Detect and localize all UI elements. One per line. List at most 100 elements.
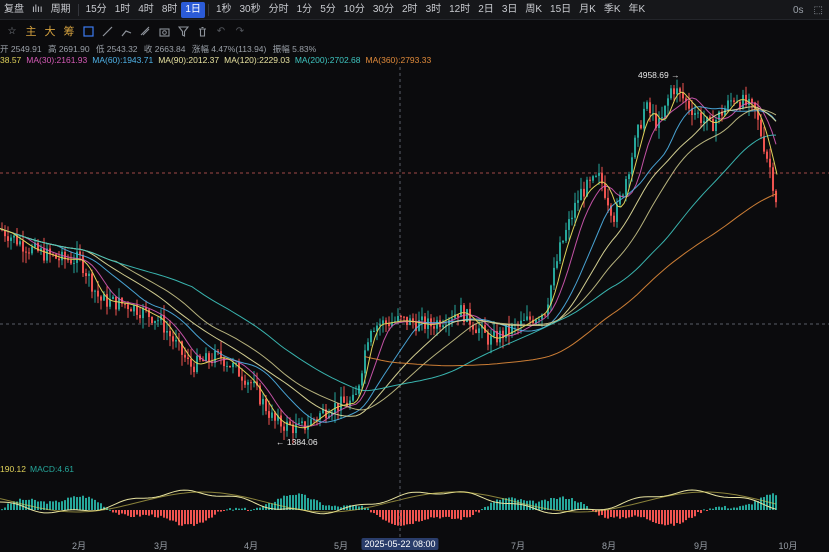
- period-tab[interactable]: 4时: [134, 2, 158, 18]
- period-tab[interactable]: 1日: [181, 1, 205, 18]
- macd-bar: [706, 510, 708, 511]
- star-icon[interactable]: ☆: [4, 23, 20, 39]
- macd-bar: [208, 510, 210, 519]
- period-tab[interactable]: 1时: [111, 2, 135, 18]
- amplitude-value: 振幅 5.83%: [272, 44, 317, 54]
- redo-icon[interactable]: ↷: [232, 23, 248, 39]
- candle-body: [370, 330, 372, 343]
- period-tab[interactable]: 8时: [158, 2, 182, 18]
- candle-body: [85, 273, 87, 277]
- macd-bar: [664, 510, 666, 526]
- macd-bar: [223, 510, 225, 511]
- macd-bar: [394, 510, 396, 526]
- macd-bar: [607, 510, 609, 519]
- candle-body: [538, 319, 540, 321]
- measure-icon[interactable]: [137, 23, 153, 39]
- macd-bar: [577, 502, 579, 510]
- period-tab[interactable]: ılıı: [28, 2, 47, 18]
- macd-bar: [88, 496, 90, 510]
- large-view-button[interactable]: 大: [42, 23, 58, 39]
- macd-bar: [433, 510, 435, 518]
- period-tab[interactable]: 1分: [293, 2, 317, 18]
- moving-average-line: [0, 106, 777, 423]
- macd-bar: [151, 510, 153, 515]
- macd-bar: [139, 510, 141, 517]
- macd-chart[interactable]: [0, 462, 829, 537]
- period-tab[interactable]: 季K: [600, 2, 625, 18]
- macd-bar: [229, 508, 231, 510]
- period-tab[interactable]: 2日: [474, 2, 498, 18]
- draw-line-icon[interactable]: [118, 23, 134, 39]
- period-tab[interactable]: 30秒: [236, 2, 265, 18]
- candle-body: [772, 167, 774, 191]
- macd-bar: [121, 510, 123, 514]
- macd-bar: [61, 501, 63, 510]
- macd-bar: [97, 502, 99, 510]
- macd-bar: [280, 498, 282, 510]
- settings-icon[interactable]: ⬚: [814, 5, 823, 16]
- macd-bar: [739, 506, 741, 510]
- period-tab[interactable]: 15日: [546, 2, 575, 18]
- camera-icon[interactable]: [156, 23, 172, 39]
- candle-body: [667, 98, 669, 106]
- crosshair-icon[interactable]: [80, 23, 96, 39]
- period-tab[interactable]: 月K: [575, 2, 600, 18]
- period-tab[interactable]: 年K: [625, 2, 650, 18]
- period-tab[interactable]: 1秒: [212, 2, 236, 18]
- macd-bar: [457, 510, 459, 519]
- chips-button[interactable]: 筹: [61, 23, 77, 39]
- candle-body: [487, 332, 489, 345]
- macd-bar: [442, 510, 444, 518]
- macd-bar: [421, 510, 423, 521]
- macd-bar: [775, 495, 777, 510]
- trash-icon[interactable]: [194, 23, 210, 39]
- macd-bar: [409, 510, 411, 525]
- macd-legend-item: 190.12: [0, 464, 26, 474]
- candle-body: [646, 102, 648, 109]
- period-tab[interactable]: 30分: [369, 2, 398, 18]
- period-tab[interactable]: 12时: [445, 2, 474, 18]
- macd-bar: [490, 502, 492, 510]
- macd-bar: [622, 510, 624, 518]
- period-tab[interactable]: 15分: [82, 2, 111, 18]
- period-tab[interactable]: 周期: [47, 2, 75, 18]
- text-icon[interactable]: [99, 23, 115, 39]
- main-indicator-button[interactable]: 主: [23, 23, 39, 39]
- candle-body: [25, 251, 27, 253]
- candle-body: [298, 423, 300, 425]
- candle-body: [268, 411, 270, 418]
- period-tab[interactable]: 10分: [340, 2, 369, 18]
- period-tab[interactable]: 5分: [316, 2, 340, 18]
- candle-body: [94, 290, 96, 292]
- macd-bar: [331, 506, 333, 510]
- macd-bar: [1, 509, 3, 511]
- macd-bar: [445, 510, 447, 517]
- candle-body: [568, 219, 570, 230]
- candle-body: [232, 363, 234, 368]
- period-toolbar: 复盘 ılıı 周期 15分 1时 4时 8时 1日 1秒 30秒 分时 1分 5分 10分 30分 2时 3时…: [0, 0, 829, 20]
- candlestick-chart[interactable]: [0, 67, 829, 462]
- period-tab[interactable]: 分时: [265, 2, 293, 18]
- candle-body: [640, 124, 642, 129]
- macd-bar: [58, 502, 60, 510]
- candle-body: [112, 296, 114, 299]
- period-tab[interactable]: 2时: [398, 2, 422, 18]
- period-tab[interactable]: 周K: [521, 2, 546, 18]
- undo-icon[interactable]: ↶: [213, 23, 229, 39]
- period-tab[interactable]: 3时: [422, 2, 446, 18]
- candle-body: [187, 357, 189, 359]
- close-value: 收 2663.84: [143, 44, 186, 54]
- period-tab[interactable]: 复盘: [0, 2, 28, 18]
- macd-bar: [559, 497, 561, 510]
- candle-body: [226, 365, 228, 367]
- macd-bar: [112, 510, 114, 513]
- filter-icon[interactable]: [175, 23, 191, 39]
- macd-bar: [166, 510, 168, 519]
- macd-bar: [637, 510, 639, 517]
- candle-body: [460, 305, 462, 318]
- period-tab[interactable]: 3日: [498, 2, 522, 18]
- macd-bar: [700, 510, 702, 514]
- macd-bar: [553, 498, 555, 510]
- macd-bar: [169, 510, 171, 521]
- macd-bar: [592, 510, 594, 511]
